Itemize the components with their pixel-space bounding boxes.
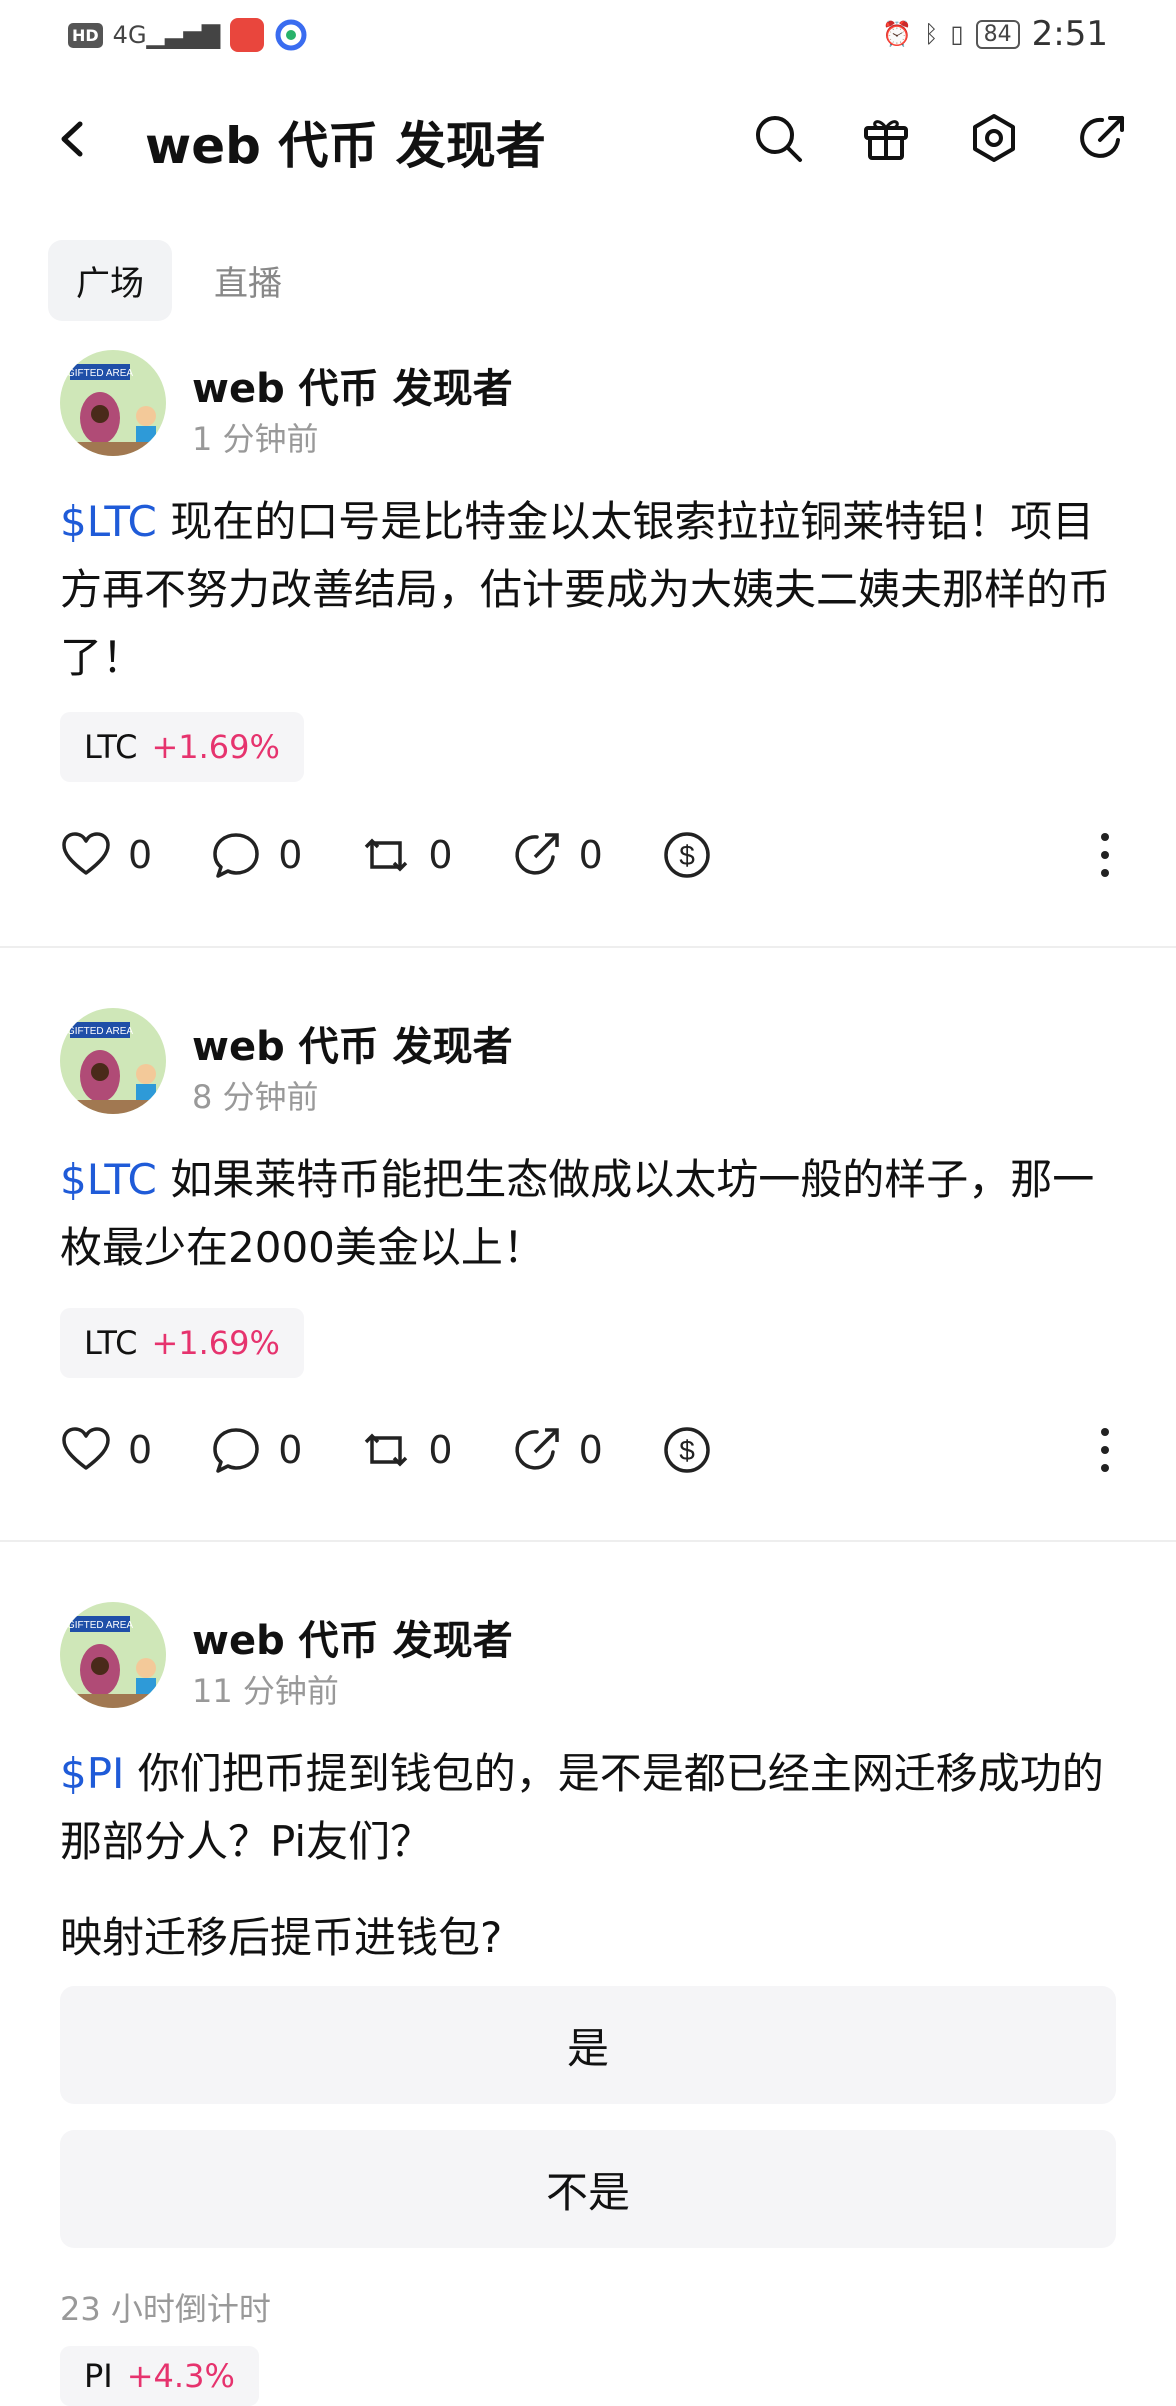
share-button[interactable]: 0 — [511, 829, 603, 881]
more-options-icon[interactable] — [1060, 825, 1120, 885]
svg-text:$: $ — [679, 1435, 695, 1466]
ticker-chip[interactable]: LTC +1.69% — [60, 712, 304, 782]
signal-icon: 4G▁▃▅▇ — [112, 21, 221, 49]
ticker-change: +1.69% — [151, 728, 280, 766]
tip-button[interactable]: $ — [661, 1424, 713, 1476]
svg-text:GIFTED AREA: GIFTED AREA — [67, 1620, 133, 1631]
comment-count: 0 — [278, 833, 303, 877]
dollar-coin-icon: $ — [664, 1427, 710, 1473]
poll-countdown: 23 小时倒计时 — [60, 2290, 271, 2328]
page-title: web 代币 发现者 — [145, 117, 546, 175]
svg-text:GIFTED AREA: GIFTED AREA — [67, 1026, 133, 1037]
top-app-bar: web 代币 发现者 — [0, 96, 1176, 184]
vibrate-icon: ▯ — [950, 20, 964, 48]
alarm-icon: ⏰ — [882, 20, 913, 48]
like-button[interactable]: 0 — [60, 1424, 152, 1476]
author-name[interactable]: web 代币 发现者 — [192, 356, 513, 414]
heart-icon — [62, 832, 110, 875]
bluetooth-icon: ᛒ — [924, 20, 939, 48]
like-count: 0 — [128, 1428, 153, 1472]
like-count: 0 — [128, 833, 153, 877]
post-divider — [0, 946, 1176, 948]
avatar[interactable]: GIFTED AREA — [60, 350, 166, 456]
repost-count: 0 — [428, 833, 453, 877]
ticker-link[interactable]: $PI — [60, 1749, 124, 1798]
heart-icon — [62, 1427, 110, 1470]
comment-button[interactable]: 0 — [210, 829, 302, 881]
poll-option-yes[interactable]: 是 — [60, 1986, 1116, 2104]
app-store-icon — [230, 18, 265, 52]
ticker-symbol: LTC — [84, 1324, 138, 1362]
svg-text:GIFTED AREA: GIFTED AREA — [67, 368, 133, 379]
comment-count: 0 — [278, 1428, 303, 1472]
poll-option-no[interactable]: 不是 — [60, 2130, 1116, 2248]
search-icon[interactable] — [752, 112, 804, 164]
battery-icon: 84 — [975, 19, 1020, 49]
browser-icon — [275, 19, 307, 51]
post-actions: 0 0 0 0 $ — [60, 825, 1120, 885]
network-type: 4G — [112, 21, 147, 49]
back-arrow-icon[interactable] — [48, 114, 98, 164]
ticker-symbol: LTC — [84, 728, 138, 766]
author-name[interactable]: web 代币 发现者 — [192, 1014, 513, 1072]
like-button[interactable]: 0 — [60, 829, 152, 881]
post-text: $PI 你们把币提到钱包的，是不是都已经主网迁移成功的那部分人？Pi友们？ — [60, 1740, 1120, 1876]
avatar[interactable]: GIFTED AREA — [60, 1602, 166, 1708]
clock: 2:51 — [1031, 14, 1108, 54]
ticker-chip[interactable]: LTC +1.69% — [60, 1308, 304, 1378]
share-arrow-icon — [515, 1428, 559, 1470]
settings-hexagon-icon[interactable] — [968, 112, 1020, 164]
post-divider — [0, 1540, 1176, 1542]
tip-button[interactable]: $ — [661, 829, 713, 881]
comment-button[interactable]: 0 — [210, 1424, 302, 1476]
ticker-chip[interactable]: PI +4.3% — [60, 2346, 259, 2406]
author-name[interactable]: web 代币 发现者 — [192, 1608, 513, 1666]
share-arrow-icon — [515, 833, 559, 875]
comment-icon — [213, 833, 259, 878]
ticker-link[interactable]: $LTC — [60, 1155, 157, 1204]
more-options-icon[interactable] — [1060, 1420, 1120, 1480]
post-text: $LTC 现在的口号是比特金以太银索拉拉铜莱特铝！项目方再不努力改善结局，估计要… — [60, 488, 1120, 692]
tab-square[interactable]: 广场 — [48, 240, 172, 321]
ticker-symbol: PI — [84, 2357, 113, 2395]
share-button[interactable]: 0 — [511, 1424, 603, 1476]
hd-icon: HD — [68, 22, 103, 48]
ticker-change: +1.69% — [151, 1324, 280, 1362]
svg-text:$: $ — [679, 840, 695, 871]
post-actions: 0 0 0 0 $ — [60, 1420, 1120, 1480]
ticker-link[interactable]: $LTC — [60, 497, 157, 546]
poll-question: 映射迁移后提币进钱包? — [60, 1913, 503, 1962]
status-bar: HD 4G▁▃▅▇ ⏰ ᛒ ▯ 84 2:51 — [0, 0, 1176, 72]
ticker-change: +4.3% — [126, 2357, 235, 2395]
post-time: 1 分钟前 — [192, 420, 319, 458]
post-body: 你们把币提到钱包的，是不是都已经主网迁移成功的那部分人？Pi友们？ — [60, 1749, 1104, 1866]
dollar-coin-icon: $ — [664, 832, 710, 878]
share-icon[interactable] — [1076, 112, 1128, 164]
comment-icon — [213, 1428, 259, 1473]
feed-tabs: 广场 直播 — [48, 240, 310, 321]
post-body: 现在的口号是比特金以太银索拉拉铜莱特铝！项目方再不努力改善结局，估计要成为大姨夫… — [60, 497, 1111, 682]
repost-icon — [365, 838, 408, 872]
share-count: 0 — [578, 833, 603, 877]
gift-icon[interactable] — [860, 112, 912, 164]
repost-count: 0 — [428, 1428, 453, 1472]
post-text: $LTC 如果莱特币能把生态做成以太坊一般的样子，那一枚最少在2000美金以上！ — [60, 1146, 1120, 1282]
post-time: 8 分钟前 — [192, 1078, 319, 1116]
avatar[interactable]: GIFTED AREA — [60, 1008, 166, 1114]
repost-button[interactable]: 0 — [360, 1424, 453, 1476]
repost-icon — [365, 1433, 408, 1467]
post-time: 11 分钟前 — [192, 1672, 339, 1710]
tab-live[interactable]: 直播 — [186, 240, 310, 321]
post-body: 如果莱特币能把生态做成以太坊一般的样子，那一枚最少在2000美金以上！ — [60, 1155, 1095, 1272]
share-count: 0 — [578, 1428, 603, 1472]
repost-button[interactable]: 0 — [360, 829, 453, 881]
